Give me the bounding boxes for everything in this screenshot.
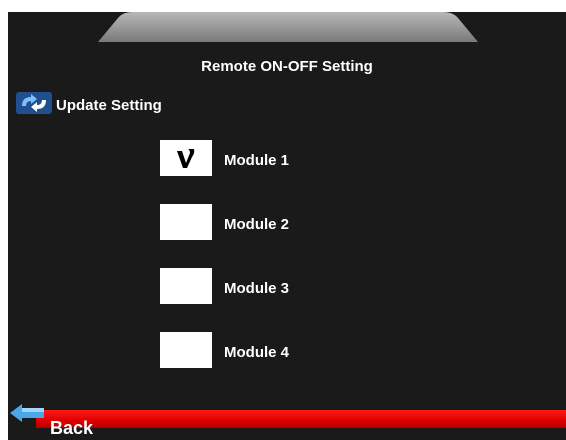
refresh-icon <box>16 92 52 114</box>
module-row: Module 3 <box>160 268 289 304</box>
module-label: Module 3 <box>224 279 290 297</box>
page-title: Remote ON-OFF Setting <box>201 58 373 75</box>
module-checkbox[interactable] <box>160 268 212 304</box>
module-row: Module 2 <box>160 204 289 240</box>
module-label: Module 4 <box>224 343 290 361</box>
update-setting-button[interactable]: Update Setting <box>16 92 162 114</box>
back-arrow-icon <box>10 404 44 422</box>
module-checkbox[interactable] <box>160 332 212 368</box>
check-mark-icon <box>177 149 195 168</box>
module-row: Module 1 <box>160 140 289 176</box>
module-row: Module 4 <box>160 332 289 368</box>
device-screen: Remote ON-OFF Setting Update Setting Mod… <box>8 12 566 440</box>
update-setting-label: Update Setting <box>56 96 162 114</box>
module-label: Module 1 <box>224 151 290 169</box>
top-tab-decoration <box>98 12 478 42</box>
module-label: Module 2 <box>224 215 290 233</box>
module-checkbox[interactable] <box>160 140 212 176</box>
back-button[interactable]: Back <box>8 402 128 440</box>
back-label: Back <box>50 418 94 438</box>
module-checkbox[interactable] <box>160 204 212 240</box>
